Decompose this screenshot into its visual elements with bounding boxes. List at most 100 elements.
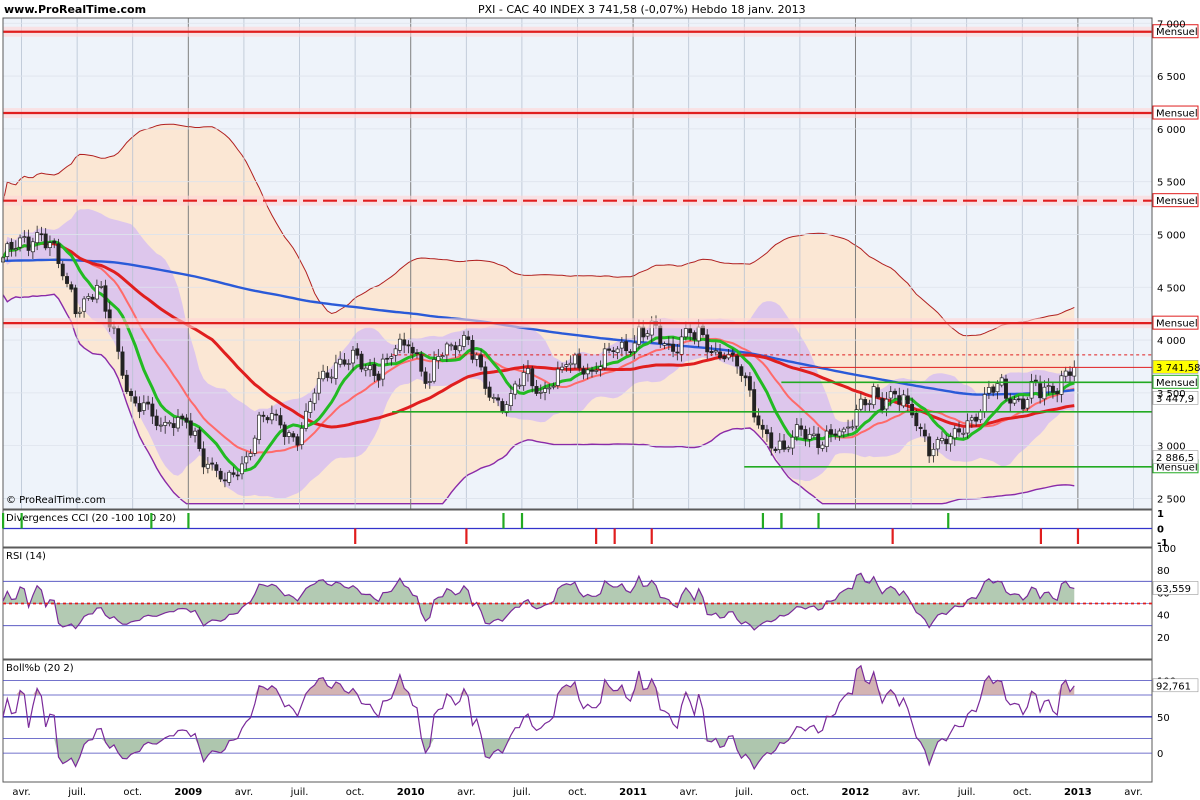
candle xyxy=(521,372,526,387)
candle xyxy=(453,345,458,350)
cci-bullish-bar xyxy=(150,513,153,529)
candle xyxy=(893,390,897,395)
boll-last-value: 92,761 xyxy=(1156,681,1191,692)
candle xyxy=(615,348,620,353)
x-tick-label: oct. xyxy=(568,787,587,798)
candle xyxy=(261,414,266,417)
candle xyxy=(705,334,710,353)
candle xyxy=(265,417,270,421)
candle xyxy=(961,432,966,435)
cci-bearish-bar xyxy=(1039,528,1043,544)
candle xyxy=(986,387,991,394)
candle xyxy=(1063,370,1068,377)
candle xyxy=(867,403,872,405)
candle xyxy=(1038,383,1043,399)
candle xyxy=(560,366,565,370)
candle xyxy=(363,367,368,371)
candle xyxy=(90,296,95,300)
y-tick-label: 4 500 xyxy=(1157,283,1186,294)
rsi-tick: 80 xyxy=(1157,566,1170,577)
candle xyxy=(683,328,688,338)
candle xyxy=(372,364,377,376)
rsi-last-value: 63,559 xyxy=(1156,584,1191,595)
candle xyxy=(619,341,624,349)
candle xyxy=(35,232,40,244)
candle xyxy=(287,432,291,437)
cci-panel: Divergences CCI (20 -100 100 20) 10-1 xyxy=(2,509,1168,549)
candle xyxy=(1029,381,1034,399)
resistance-tag-label: Mensuel xyxy=(1156,196,1198,207)
rsi-tick: 100 xyxy=(1157,544,1176,555)
candle xyxy=(543,388,547,393)
candle xyxy=(590,369,594,372)
x-tick-label: juil. xyxy=(512,787,531,798)
candle xyxy=(794,424,799,438)
cci-bullish-bar xyxy=(502,513,505,529)
cci-bearish-bar xyxy=(613,528,616,544)
site-title[interactable]: www.ProRealTime.com xyxy=(4,3,146,16)
candle xyxy=(508,393,513,407)
candle xyxy=(406,344,411,347)
candle xyxy=(193,430,198,436)
candle xyxy=(782,440,786,450)
candle xyxy=(86,296,91,299)
candle xyxy=(905,395,910,404)
candle xyxy=(1021,398,1025,410)
candle xyxy=(747,376,752,391)
candle xyxy=(811,433,816,436)
candle xyxy=(713,350,718,353)
x-tick-label: oct. xyxy=(123,787,142,798)
candle xyxy=(658,325,663,345)
candle xyxy=(914,413,919,427)
rsi-title: RSI (14) xyxy=(6,551,46,562)
candle xyxy=(282,424,287,437)
candle xyxy=(240,463,244,475)
candle xyxy=(133,396,138,404)
candle xyxy=(103,285,108,312)
candle xyxy=(47,242,52,248)
candle xyxy=(30,241,35,253)
candle xyxy=(385,357,390,360)
y-tick-label: 3 000 xyxy=(1157,442,1186,453)
candle xyxy=(5,243,10,257)
candle xyxy=(897,395,902,405)
candle xyxy=(513,383,518,395)
candle xyxy=(602,348,607,369)
candle xyxy=(538,391,543,394)
rsi-tick: 20 xyxy=(1157,633,1170,644)
candle xyxy=(773,448,778,451)
y-tick-label: 3 500 xyxy=(1157,389,1186,400)
candle xyxy=(278,415,283,426)
cac40-chart: www.ProRealTime.com PXI - CAC 40 INDEX 3… xyxy=(0,0,1200,800)
candle xyxy=(880,398,885,411)
candle xyxy=(858,398,863,410)
x-tick-label: 2009 xyxy=(174,787,202,798)
candle xyxy=(329,376,334,379)
chart-title: PXI - CAC 40 INDEX 3 741,58 (-0,07%) Heb… xyxy=(478,3,806,16)
cci-bearish-bar xyxy=(891,528,894,544)
candle xyxy=(43,233,48,249)
candle xyxy=(607,348,612,351)
candle xyxy=(295,436,300,446)
price-tag-label: 3 741,58 xyxy=(1156,363,1200,374)
x-tick-label: avr. xyxy=(1124,787,1142,798)
candle xyxy=(274,413,279,416)
candle xyxy=(935,439,940,450)
candle xyxy=(829,429,833,435)
cci-tick: 0 xyxy=(1157,525,1164,536)
y-tick-label: 6 000 xyxy=(1157,125,1186,136)
candle xyxy=(517,384,522,387)
candle xyxy=(1046,385,1051,388)
x-tick-label: avr. xyxy=(902,787,920,798)
cci-bullish-bar xyxy=(520,513,524,529)
candle xyxy=(39,233,44,236)
x-tick-label: avr. xyxy=(235,787,253,798)
candle xyxy=(355,348,360,356)
candle xyxy=(141,402,146,411)
candle xyxy=(197,429,202,449)
candle xyxy=(995,383,1000,393)
candle xyxy=(423,371,428,384)
candle xyxy=(948,436,953,445)
candle xyxy=(688,328,693,334)
candle xyxy=(457,345,462,352)
